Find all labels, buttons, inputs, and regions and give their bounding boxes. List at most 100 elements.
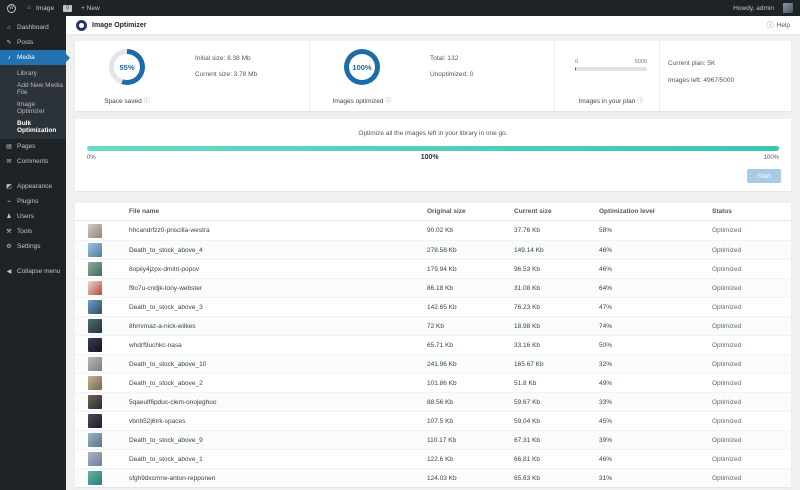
file-name-cell: Death_to_stock_above_4 <box>129 246 203 254</box>
help-button[interactable]: ⓘ Help <box>767 22 790 29</box>
info-icon[interactable]: ⓘ <box>637 99 643 105</box>
image-thumbnail <box>88 452 102 466</box>
status-cell: Optimized <box>712 227 742 234</box>
table-body: hhcandrfzz0-priscilla-westra 90.02 Kb 37.7… <box>75 221 791 487</box>
table-row[interactable]: whdrf9uchkc-nasa 65.71 Kb 33.16 Kb 50% Optim… <box>75 335 791 354</box>
table-row[interactable]: Death_to_stock_above_3 142.65 Kb 76.23 Kb 4… <box>75 297 791 316</box>
status-cell: Optimized <box>712 417 742 425</box>
space-saved-donut-chart: 55% <box>109 49 145 85</box>
original-size-cell: 179.94 Kb <box>427 265 457 273</box>
image-thumbnail <box>88 395 102 409</box>
file-name-cell: 8hrrvmaz-a-nick-wilkes <box>129 322 196 330</box>
bulk-progress-labels: 0% 100% 100% <box>87 154 779 161</box>
sidebar-item-plugins[interactable]: ⌁ Plugins <box>0 194 66 209</box>
current-size-cell: 59.67 Kb <box>514 398 541 406</box>
optimization-level-cell: 45% <box>599 417 613 425</box>
current-size-cell: 67.31 Kb <box>514 436 541 444</box>
sidebar-item-image-optimizer[interactable]: Image Optimizer <box>0 98 66 117</box>
collapse-menu-label: Collapse menu <box>17 268 61 275</box>
wordpress-admin-screen: W ⌂ Image 0 + New Howdy, admin ⌂ Dashboar… <box>0 0 800 490</box>
bulk-description: Optimize all the images left in your lib… <box>358 130 508 137</box>
file-name-cell: sfgh9dxcmrw-anton-repponen <box>129 474 216 482</box>
sidebar-item-posts[interactable]: ✎ Posts <box>0 35 66 50</box>
help-label: Help <box>776 21 790 29</box>
space-saved-details: Initial size: 8.38 Mb Current size: 3.78… <box>195 51 257 83</box>
optimization-level-cell: 50% <box>599 341 613 349</box>
plan-usage-bar <box>575 67 647 71</box>
sidebar-item-library[interactable]: Library <box>0 67 66 79</box>
image-optimizer-logo-icon <box>76 19 87 31</box>
file-name-cell: Death_to_stock_above_1 <box>129 455 203 463</box>
bulk-progress-bar <box>87 146 779 151</box>
table-row[interactable]: Death_to_stock_above_2 101.86 Kb 51.8 Kb 49… <box>75 373 791 392</box>
sidebar-item-add-new-media-file[interactable]: Add New Media File <box>0 79 66 98</box>
image-thumbnail <box>88 414 102 428</box>
image-thumbnail <box>88 376 102 390</box>
table-row[interactable]: Death_to_stock_above_1 122.6 Kb 66.81 Kb 46… <box>75 449 791 468</box>
comments-icon: ✉ <box>6 159 12 165</box>
table-row[interactable]: hhcandrfzz0-priscilla-westra 90.02 Kb 37.7… <box>75 221 791 240</box>
page-title: Image Optimizer <box>92 21 147 29</box>
admin-bar: W ⌂ Image 0 + New Howdy, admin <box>0 0 800 16</box>
optimization-level-cell: 39% <box>599 436 613 444</box>
file-name-cell: 8opiiy4jzpx-dmitri-popov <box>129 265 200 273</box>
sidebar-item-bulk-optimization[interactable]: Bulk Optimization <box>0 117 66 136</box>
space-saved-label: Space saved ⓘ <box>104 98 150 105</box>
table-row[interactable]: sfgh9dxcmrw-anton-repponen 124.03 Kb 65.63… <box>75 468 791 487</box>
wordpress-logo-icon[interactable]: W <box>7 3 16 13</box>
howdy-text[interactable]: Howdy, admin <box>733 5 774 12</box>
table-row[interactable]: 8opiiy4jzpx-dmitri-popov 179.94 Kb 96.53 K… <box>75 259 791 278</box>
bulk-progress-max: 100% <box>763 154 779 161</box>
sidebar-menu: ⌂ Dashboard ✎ Posts ♪ Media Library Add New Med… <box>0 20 70 254</box>
initial-size-text: Initial size: 8.38 Mb <box>195 55 251 62</box>
status-cell: Optimized <box>712 284 742 292</box>
collapse-menu-button[interactable]: ◀ Collapse menu <box>0 264 66 279</box>
optimization-level-cell: 58% <box>599 227 613 234</box>
image-thumbnail <box>88 433 102 447</box>
plan-max-label: 5000 <box>634 59 647 65</box>
comments-indicator[interactable]: 0 <box>63 4 73 12</box>
sidebar-item-settings[interactable]: ⚙ Settings <box>0 239 66 254</box>
new-content-button[interactable]: + New <box>81 5 100 12</box>
status-cell: Optimized <box>712 341 742 349</box>
optimization-level-cell: 64% <box>599 284 613 292</box>
info-icon[interactable]: ⓘ <box>385 99 391 105</box>
images-optimized-label: Images optimized ⓘ <box>332 98 392 105</box>
table-row[interactable]: 5qaeulf6pduc-clem-onojeghuo 88.56 Kb 59.67… <box>75 392 791 411</box>
sidebar-item-media[interactable]: ♪ Media <box>0 50 70 65</box>
table-row[interactable]: f9o7u-cndjk-tony-webster 86.18 Kb 31.08 Kb… <box>75 278 791 297</box>
current-size-cell: 96.53 Kb <box>514 265 541 273</box>
plan-usage-label: Images in your plan ⓘ <box>578 98 644 105</box>
optimization-level-cell: 32% <box>599 360 613 368</box>
table-row[interactable]: vbnb52j6trk-spaces 107.5 Kb 59.04 Kb 45% Opt… <box>75 411 791 430</box>
image-thumbnail <box>88 471 102 485</box>
tools-icon: ⚒ <box>6 229 12 235</box>
table-row[interactable]: Death_to_stock_above_4 278.58 Kb 149.14 Kb… <box>75 240 791 259</box>
sidebar-item-users[interactable]: ♟ Users <box>0 209 66 224</box>
admin-bar-right: Howdy, admin <box>733 3 793 13</box>
file-name-cell: Death_to_stock_above_3 <box>129 303 203 311</box>
start-button[interactable]: Start <box>747 169 781 183</box>
table-row[interactable]: 8hrrvmaz-a-nick-wilkes 72 Kb 18.98 Kb 74% Op… <box>75 316 791 335</box>
page-header-left: Image Optimizer <box>76 19 147 31</box>
file-name-cell: Death_to_stock_above_2 <box>129 379 203 387</box>
sidebar-item-pages[interactable]: ▤ Pages <box>0 139 66 154</box>
images-optimized-details: Total: 132 Unoptimized: 0 <box>430 51 473 83</box>
original-size-cell: 278.58 Kb <box>427 246 457 254</box>
sidebar-item-dashboard[interactable]: ⌂ Dashboard <box>0 20 66 35</box>
optimization-level-cell: 46% <box>599 246 613 254</box>
site-name-menu[interactable]: ⌂ Image <box>25 5 54 12</box>
status-cell: Optimized <box>712 322 742 330</box>
sidebar-item-tools[interactable]: ⚒ Tools <box>0 224 66 239</box>
space-saved-section: 55% Initial size: 8.38 Mb Current size: … <box>75 41 310 111</box>
content-area: 55% Initial size: 8.38 Mb Current size: … <box>66 34 800 487</box>
table-row[interactable]: Death_to_stock_above_9 110.17 Kb 67.31 Kb 3… <box>75 430 791 449</box>
avatar[interactable] <box>783 3 793 13</box>
original-size-cell: 124.03 Kb <box>427 474 457 482</box>
original-size-cell: 122.6 Kb <box>427 455 454 463</box>
current-plan-text: Current plan: 5K <box>668 60 716 67</box>
table-row[interactable]: Death_to_stock_above_10 241.96 Kb 165.67 K… <box>75 354 791 373</box>
sidebar-item-appearance[interactable]: ◩ Appearance <box>0 179 66 194</box>
sidebar-item-comments[interactable]: ✉ Comments <box>0 154 66 169</box>
info-icon[interactable]: ⓘ <box>144 99 150 105</box>
